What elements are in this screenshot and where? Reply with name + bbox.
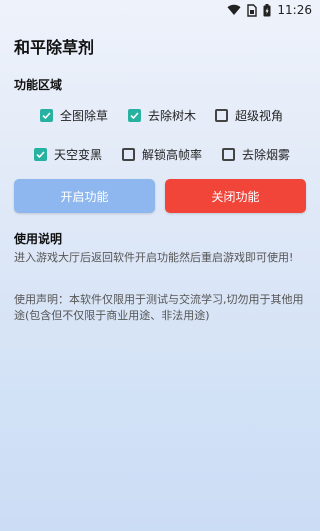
option-remove-smoke[interactable]: 去除烟雾 xyxy=(222,143,290,165)
checkbox-checked-icon[interactable] xyxy=(40,108,53,122)
checkbox-unchecked-icon[interactable] xyxy=(122,147,135,161)
status-icons: 11:26 xyxy=(227,3,312,17)
option-unlock-high-framerate[interactable]: 解锁高帧率 xyxy=(122,143,202,165)
status-bar: 11:26 xyxy=(0,0,320,22)
checkbox-checked-icon[interactable] xyxy=(34,147,47,161)
checkbox-unchecked-icon[interactable] xyxy=(215,108,228,122)
option-label: 全图除草 xyxy=(60,108,109,123)
option-label: 超级视角 xyxy=(235,108,284,123)
status-time: 11:26 xyxy=(277,3,312,17)
option-super-view[interactable]: 超级视角 xyxy=(215,104,283,126)
usage-disclaimer: 使用声明：本软件仅限用于测试与交流学习,切勿用于其他用途(包含但不仅限于商业用途… xyxy=(14,293,304,322)
usage-instructions: 进入游戏大厅后返回软件开启功能然后重启游戏即可使用! xyxy=(14,251,294,264)
sim-card-icon xyxy=(247,3,258,17)
features-section-title: 功能区域 xyxy=(14,78,63,92)
usage-section-title: 使用说明 xyxy=(14,232,63,246)
option-remove-trees[interactable]: 去除树木 xyxy=(128,104,196,126)
option-dark-sky[interactable]: 天空变黑 xyxy=(34,143,102,165)
app-title: 和平除草剂 xyxy=(14,38,95,57)
battery-icon xyxy=(263,3,271,16)
wifi-icon xyxy=(227,4,241,16)
checkbox-checked-icon[interactable] xyxy=(128,108,141,122)
checkbox-unchecked-icon[interactable] xyxy=(222,147,235,161)
option-label: 去除树木 xyxy=(148,108,197,123)
open-feature-button[interactable]: 开启功能 xyxy=(14,179,155,213)
option-label: 去除烟雾 xyxy=(242,147,291,162)
option-label: 解锁高帧率 xyxy=(142,147,203,162)
close-feature-button[interactable]: 关闭功能 xyxy=(165,179,306,213)
option-full-map-grass-removal[interactable]: 全图除草 xyxy=(40,104,108,126)
option-label: 天空变黑 xyxy=(54,147,103,162)
